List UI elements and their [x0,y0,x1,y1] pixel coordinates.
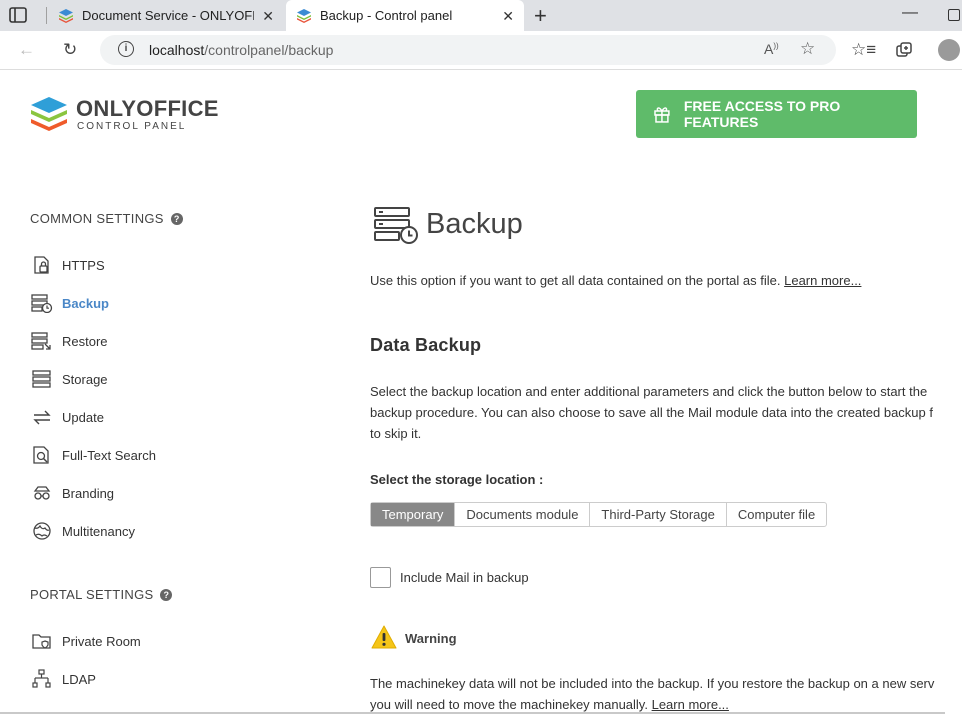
restore-icon [31,332,51,350]
control-panel-page: ONLYOFFICE CONTROL PANEL FREE ACCESS TO … [0,71,962,714]
page-description: Use this option if you want to get all d… [370,273,861,288]
description-text: Use this option if you want to get all d… [370,273,781,288]
onlyoffice-favicon-icon [59,8,73,23]
include-mail-label[interactable]: Include Mail in backup [400,570,529,585]
address-bar-row: ← ↻ i localhost/controlpanel/backup A)) … [0,31,962,70]
help-icon[interactable]: ? [160,588,173,601]
branding-icon [33,486,51,500]
globe-icon [33,522,51,540]
storage-option-third-party-storage[interactable]: Third-Party Storage [589,503,725,526]
paragraph-line: to skip it. [370,426,422,441]
sidebar-item-storage[interactable]: Storage [31,369,108,389]
sidebar-item-label: Update [62,409,104,425]
browser-tab-bar: Document Service - ONLYOFFICE ✕ Backup -… [0,0,962,31]
sidebar-item-label: Private Room [62,633,141,649]
storage-location-label: Select the storage location : [370,472,544,487]
logo-title: ONLYOFFICE [76,96,219,121]
tab-actions-icon[interactable] [8,6,28,24]
sidebar-item-multitenancy[interactable]: Multitenancy [31,521,135,541]
url-host: localhost [149,42,205,58]
warning-text: The machinekey data will not be included… [370,673,934,715]
paragraph-line: backup procedure. You can also choose to… [370,405,933,420]
tab-title: Document Service - ONLYOFFICE [82,8,254,23]
warning-icon [371,625,397,649]
onlyoffice-favicon-icon [297,8,311,23]
collections-icon[interactable] [895,41,913,59]
storage-option-computer-file[interactable]: Computer file [725,503,826,526]
close-tab-icon[interactable]: ✕ [502,8,514,25]
portal-settings-heading: PORTAL SETTINGS ? [30,587,173,602]
learn-more-link[interactable]: Learn more... [784,273,861,288]
update-icon [33,410,51,425]
sidebar-item-label: LDAP [62,671,96,687]
free-pro-features-button[interactable]: FREE ACCESS TO PRO FEATURES [636,90,917,138]
favorites-icon[interactable]: ☆≡ [851,40,876,60]
storage-option-documents-module[interactable]: Documents module [454,503,589,526]
paragraph-line: Select the backup location and enter add… [370,384,928,399]
include-mail-checkbox[interactable] [370,567,391,588]
common-settings-heading: COMMON SETTINGS ? [30,211,183,226]
warning-line: you will need to move the machinekey man… [370,697,648,712]
storage-icon [32,370,51,388]
url-path: /controlpanel/backup [204,42,334,58]
storage-option-temporary[interactable]: Temporary [371,503,455,526]
sidebar-item-branding[interactable]: Branding [31,483,114,503]
site-info-icon[interactable]: i [118,41,134,57]
close-tab-icon[interactable]: ✕ [262,8,274,25]
onlyoffice-logo-icon [31,97,67,131]
warning-title: Warning [405,631,457,646]
pro-button-label: FREE ACCESS TO PRO FEATURES [683,98,841,130]
profile-avatar[interactable] [938,39,960,61]
sidebar-item-label: Branding [62,485,115,501]
add-favorite-icon[interactable]: ☆ [800,39,815,59]
sidebar-item-label: HTTPS [62,257,105,273]
data-backup-heading: Data Backup [370,335,482,355]
read-aloud-icon[interactable]: A)) [764,41,779,57]
new-tab-icon[interactable]: + [534,3,547,29]
browser-tab-document-service[interactable]: Document Service - ONLYOFFICE ✕ [48,0,284,31]
url-field[interactable]: i localhost/controlpanel/backup A)) ☆ [100,35,836,65]
private-room-icon [32,634,51,649]
sidebar-item-full-text-search[interactable]: Full-Text Search [31,445,156,465]
url-text: localhost/controlpanel/backup [149,42,333,58]
page-title: Backup [426,208,523,240]
storage-location-selector: Temporary Documents module Third-Party S… [370,502,828,527]
sidebar-item-label: Full-Text Search [62,447,156,463]
reload-icon[interactable]: ↻ [63,40,77,60]
lock-document-icon [34,256,49,274]
logo-subtitle: CONTROL PANEL [77,121,187,132]
back-arrow-icon[interactable]: ← [18,40,35,60]
sidebar-item-backup[interactable]: Backup [31,293,109,313]
full-text-search-icon [33,446,49,464]
gift-icon [654,107,670,123]
help-icon[interactable]: ? [170,212,183,225]
backup-instructions: Select the backup location and enter add… [370,381,962,444]
portal-settings-label: PORTAL SETTINGS [30,587,154,602]
maximize-icon[interactable] [948,9,960,21]
sidebar-item-label: Multitenancy [62,523,135,539]
warning-learn-more-link[interactable]: Learn more... [652,697,729,712]
tab-separator [46,7,47,24]
minimize-icon[interactable]: — [902,4,918,22]
sidebar-item-label: Backup [62,295,109,311]
warning-line: The machinekey data will not be included… [370,676,935,691]
sidebar-item-restore[interactable]: Restore [31,331,108,351]
sidebar-item-private-room[interactable]: Private Room [31,631,141,651]
tab-title: Backup - Control panel [320,8,453,23]
backup-icon [31,294,53,313]
sidebar-item-update[interactable]: Update [31,407,104,427]
sidebar-item-https[interactable]: HTTPS [31,255,105,275]
sidebar-item-label: Storage [62,371,108,387]
backup-large-icon [374,207,418,244]
sidebar-item-ldap[interactable]: LDAP [31,669,96,689]
sidebar-item-label: Restore [62,333,108,349]
ldap-icon [32,669,51,688]
browser-tab-backup[interactable]: Backup - Control panel ✕ [286,0,524,31]
common-settings-label: COMMON SETTINGS [30,211,164,226]
